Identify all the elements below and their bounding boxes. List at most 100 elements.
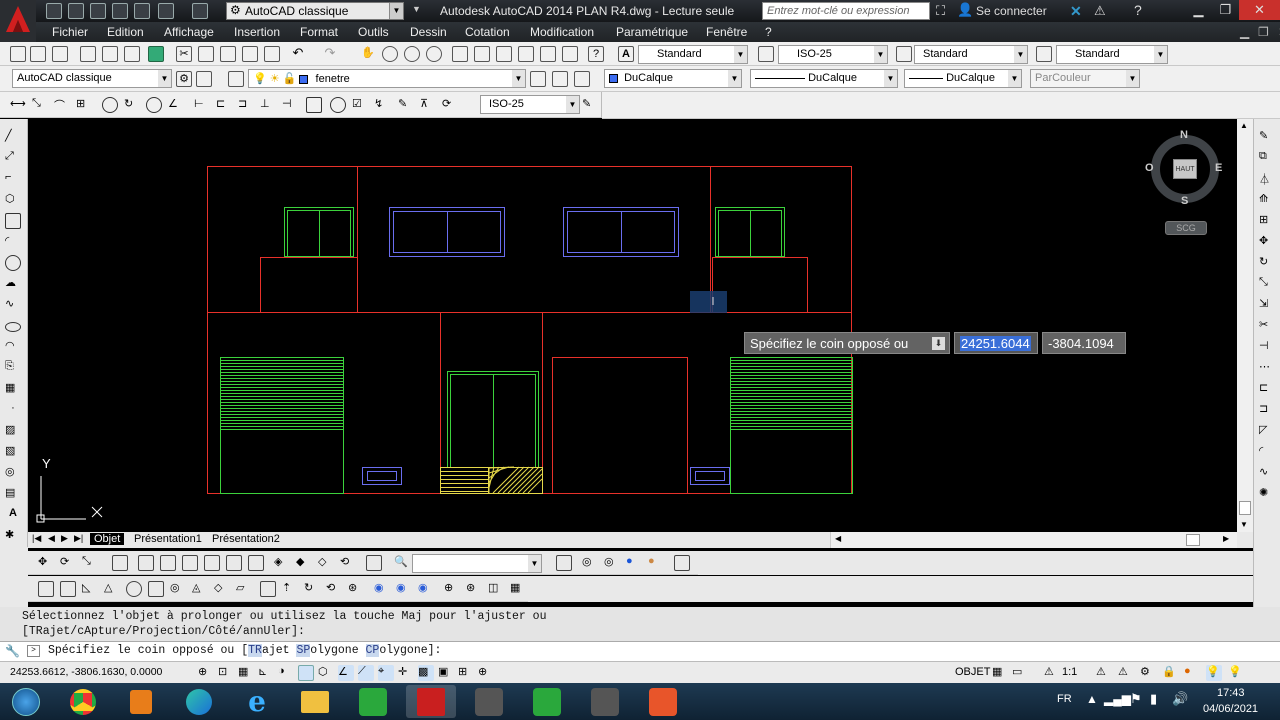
construction-line-icon[interactable]: ⤢ bbox=[5, 150, 21, 166]
compass-north[interactable]: N bbox=[1180, 129, 1188, 141]
tolerance-icon[interactable] bbox=[306, 97, 322, 113]
angular-dim-icon[interactable]: ∠ bbox=[168, 97, 184, 113]
array-icon[interactable]: ⊞ bbox=[1259, 213, 1275, 229]
search-input[interactable]: Entrez mot-clé ou expression bbox=[762, 2, 930, 20]
lineweight-dropdown[interactable]: DuCalque ▼ bbox=[904, 69, 1022, 88]
etransmit-icon[interactable] bbox=[148, 46, 164, 62]
visual-style-dropdown[interactable]: ▼ bbox=[412, 554, 542, 573]
zoom-window-icon[interactable] bbox=[404, 46, 420, 62]
inspection-icon[interactable]: ☑ bbox=[352, 97, 368, 113]
cone-icon[interactable] bbox=[182, 555, 198, 571]
color-dropdown[interactable]: DuCalque ▼ bbox=[604, 69, 742, 88]
quickcalc-icon[interactable] bbox=[562, 46, 578, 62]
3d-align-icon[interactable]: ⤡ bbox=[82, 555, 98, 571]
dim-text-edit-icon[interactable]: ⊼ bbox=[420, 97, 436, 113]
plot-icon[interactable] bbox=[80, 46, 96, 62]
dimension-style-dropdown[interactable]: ISO-25 ▼ bbox=[480, 95, 580, 114]
cylinder-solid-icon[interactable] bbox=[148, 581, 164, 597]
menu-fichier[interactable]: Fichier bbox=[52, 25, 88, 39]
menu-edition[interactable]: Edition bbox=[107, 25, 144, 39]
annotation-visibility-icon[interactable]: ⚠ bbox=[1096, 665, 1112, 681]
restore-button[interactable]: ❐ bbox=[1212, 0, 1239, 20]
sweep-icon[interactable]: ◇ bbox=[318, 555, 334, 571]
dynamic-input-y[interactable]: -3804.1094 bbox=[1042, 332, 1126, 354]
internet-explorer-taskbar-icon[interactable]: e bbox=[232, 685, 282, 718]
workspace-combo[interactable]: AutoCAD classique ▼ bbox=[12, 69, 172, 88]
help-icon[interactable]: ? bbox=[588, 46, 604, 62]
mirror-icon[interactable]: ⏃ bbox=[1259, 171, 1275, 187]
materials-icon[interactable]: ● bbox=[626, 555, 642, 571]
quick-dim-icon[interactable]: ⊢ bbox=[194, 97, 210, 113]
block-editor-icon[interactable] bbox=[264, 46, 280, 62]
workspace-switching-icon[interactable]: ⚙ bbox=[1140, 665, 1156, 681]
revolve-icon[interactable]: ⟲ bbox=[340, 555, 356, 571]
new-file-icon[interactable] bbox=[46, 3, 62, 19]
join-icon[interactable]: ⊐ bbox=[1259, 402, 1275, 418]
make-current-layer-icon[interactable] bbox=[530, 71, 546, 87]
ucs-menu[interactable]: SCG bbox=[1165, 221, 1207, 235]
hatch-icon[interactable]: ▨ bbox=[5, 423, 21, 439]
annotation-monitor-icon[interactable]: ⊕ bbox=[478, 665, 494, 681]
scroll-thumb[interactable] bbox=[1239, 501, 1251, 515]
continue-dim-icon[interactable]: ⊐ bbox=[238, 97, 254, 113]
pyramid-icon[interactable]: ◬ bbox=[192, 581, 208, 597]
close-button[interactable]: ✕ bbox=[1239, 0, 1280, 20]
snap-mode-icon[interactable]: ⊡ bbox=[218, 665, 234, 681]
intersect-icon[interactable]: ◉ bbox=[418, 581, 434, 597]
menu-affichage[interactable]: Affichage bbox=[164, 25, 214, 39]
save-icon[interactable] bbox=[52, 46, 68, 62]
undo-icon[interactable]: ↶ bbox=[290, 46, 306, 62]
trim-icon[interactable]: ✂ bbox=[1259, 318, 1275, 334]
blend-icon[interactable]: ∿ bbox=[1259, 465, 1275, 481]
dim-style-manager-icon[interactable]: ✎ bbox=[582, 97, 598, 113]
sun-icon[interactable]: ◎ bbox=[604, 555, 620, 571]
camtasia-taskbar-icon[interactable] bbox=[348, 685, 398, 718]
gear-icon[interactable]: ⚙ bbox=[176, 71, 192, 87]
break-at-point-icon[interactable]: ⋯ bbox=[1259, 360, 1275, 376]
clock-time[interactable]: 17:43 bbox=[1217, 687, 1245, 699]
torus-icon[interactable] bbox=[248, 555, 264, 571]
camtasia-recorder-taskbar-icon[interactable] bbox=[522, 685, 572, 718]
add-selected-icon[interactable]: ✱ bbox=[5, 528, 21, 544]
dim-edit-icon[interactable]: ✎ bbox=[398, 97, 414, 113]
minimize-button[interactable]: ▁ bbox=[1185, 0, 1212, 20]
scroll-left-icon[interactable]: ◀ bbox=[835, 534, 841, 543]
publish-icon[interactable] bbox=[124, 46, 140, 62]
loft-icon[interactable]: ⊛ bbox=[348, 581, 364, 597]
solid-editing-icon[interactable] bbox=[112, 555, 128, 571]
preview-icon[interactable] bbox=[102, 46, 118, 62]
cylinder-icon[interactable] bbox=[226, 555, 242, 571]
move-icon[interactable]: ✥ bbox=[1259, 234, 1275, 250]
copy-object-icon[interactable]: ⧉ bbox=[1259, 150, 1275, 166]
layer-dropdown[interactable]: 💡 ☀ 🔓 fenetre ▼ bbox=[248, 69, 526, 88]
planar-surface-icon[interactable]: ▱ bbox=[236, 581, 252, 597]
menu-help[interactable]: ? bbox=[765, 25, 772, 39]
chamfer-icon[interactable]: ◸ bbox=[1259, 423, 1275, 439]
render-icon[interactable]: ● bbox=[648, 555, 664, 571]
annotation-scale-icon[interactable]: ⚠ bbox=[1044, 665, 1060, 681]
autocad-taskbar-icon[interactable] bbox=[406, 685, 456, 718]
cut-icon[interactable]: ✂ bbox=[176, 46, 192, 62]
binoculars-icon[interactable]: ⛶ bbox=[936, 3, 945, 19]
linear-dim-icon[interactable]: ⟷ bbox=[10, 97, 26, 113]
dim-space-icon[interactable]: ⊥ bbox=[260, 97, 276, 113]
presspull-solid-icon[interactable]: ⇡ bbox=[282, 581, 298, 597]
quick-access-menu-icon[interactable]: ▼ bbox=[412, 4, 421, 14]
match-properties-icon[interactable] bbox=[242, 46, 258, 62]
compass-south[interactable]: S bbox=[1181, 195, 1188, 207]
horizontal-scrollbar[interactable]: ◀ ▶ bbox=[830, 532, 1237, 548]
arc-icon[interactable]: ◜ bbox=[5, 234, 21, 250]
save-as-icon[interactable] bbox=[112, 3, 128, 19]
break-icon[interactable]: ⊏ bbox=[1259, 381, 1275, 397]
ordinate-dim-icon[interactable]: ⊞ bbox=[76, 97, 92, 113]
circle-icon[interactable] bbox=[5, 255, 21, 271]
dim-style-icon[interactable] bbox=[758, 46, 774, 62]
scale-icon[interactable]: ⤡ bbox=[1259, 276, 1275, 292]
dim-break-icon[interactable]: ⊣ bbox=[282, 97, 298, 113]
revision-cloud-icon[interactable]: ☁ bbox=[5, 276, 21, 292]
option-key-trajet[interactable]: TR bbox=[248, 644, 262, 657]
menu-cotation[interactable]: Cotation bbox=[465, 25, 510, 39]
properties-icon[interactable] bbox=[452, 46, 468, 62]
language-indicator[interactable]: FR bbox=[1057, 693, 1072, 705]
scroll-right-icon[interactable]: ▶ bbox=[1223, 534, 1229, 543]
